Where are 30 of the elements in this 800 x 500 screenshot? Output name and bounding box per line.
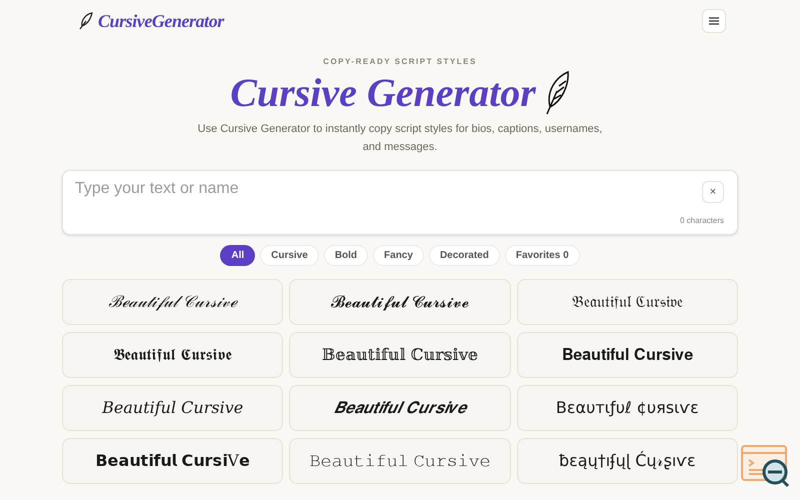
page-title: Cursive Generator	[230, 70, 536, 116]
description-text: Use Cursive Generator to instantly copy script styles for bios, captions, usernames, and messages.	[196, 122, 604, 155]
style-card[interactable]: 𝕭𝖊𝖆𝖚𝖙𝖎𝖋𝖚𝖑 𝕮𝖚𝖗𝖘𝖎𝖛𝖊	[62, 332, 284, 378]
text-input-field[interactable]: Type your text or name × 0 characters	[62, 170, 738, 235]
feather-icon	[78, 12, 94, 30]
filter-chip[interactable]: Bold	[324, 245, 368, 266]
menu-icon	[709, 17, 719, 25]
style-card[interactable]: ℬℯ𝒶𝓊𝓉𝒾𝒻𝓊𝓁 𝒞𝓊𝓇𝓈𝒾𝓋ℯ	[62, 279, 284, 325]
style-card[interactable]: 𝔹𝕖𝕒𝕦𝕥𝕚𝕗𝕦𝕝 ℂ𝕦𝕣𝕤𝕚𝕧𝕖	[289, 332, 511, 378]
filter-chip[interactable]: All	[220, 245, 256, 266]
style-card[interactable]: 𝓑𝓮𝓪𝓾𝓽𝓲𝓯𝓾𝓵 𝓒𝓾𝓻𝓼𝓲𝓿𝓮	[289, 279, 511, 325]
filter-chip[interactable]: Decorated	[428, 245, 500, 266]
style-card[interactable]: 𝐵𝑒𝑎𝑢𝑡𝑖𝑓𝑢𝑙 𝐶𝑢𝑟𝑠𝑖𝑣𝑒	[62, 385, 284, 431]
eyebrow-text: COPY-READY SCRIPT STYLES	[323, 56, 477, 68]
character-count: 0 characters	[680, 215, 724, 227]
style-card[interactable]: 𝗕𝗲𝗮𝘂𝘁𝗶𝗳𝘂𝗹 𝗖𝘂𝗿𝘀𝗶V𝗲	[62, 438, 284, 484]
style-card[interactable]: 𝐁𝐞𝐚𝐮𝐭𝐢𝐟𝐮𝐥 𝐂𝐮𝐫𝐬𝐢𝐯𝐞	[516, 332, 738, 378]
filter-chip[interactable]: Favorites 0	[504, 245, 580, 266]
menu-button[interactable]	[702, 9, 726, 33]
style-card[interactable]: 𝑩𝒆𝒂𝒖𝒕𝒊𝒇𝒖𝒍 𝑪𝒖𝒓𝒔𝒊𝒗𝒆	[289, 385, 511, 431]
browser-search-icon[interactable]	[741, 444, 791, 488]
style-card[interactable]: 𝙱𝚎𝚊𝚞𝚝𝚒𝚏𝚞𝚕 𝙲𝚞𝚛𝚜𝚒𝚟𝚎	[289, 438, 511, 484]
style-card[interactable]: ƀɛąų†ıʄųɭ Ćų𝓇ʂıѵɛ	[516, 438, 738, 484]
filter-chip[interactable]: Fancy	[373, 245, 424, 266]
style-card[interactable]: Bɛαυтιƒυℓ ¢υяѕιѵɛ	[516, 385, 738, 431]
filter-chip[interactable]: Cursive	[260, 245, 319, 266]
clear-button[interactable]: ×	[702, 181, 724, 203]
feather-icon	[544, 71, 570, 115]
logo[interactable]: CursiveGenerator	[98, 8, 224, 34]
style-card[interactable]: 𝔅𝔢𝔞𝔲𝔱𝔦𝔣𝔲𝔩 ℭ𝔲𝔯𝔰𝔦𝔳𝔢	[516, 279, 738, 325]
